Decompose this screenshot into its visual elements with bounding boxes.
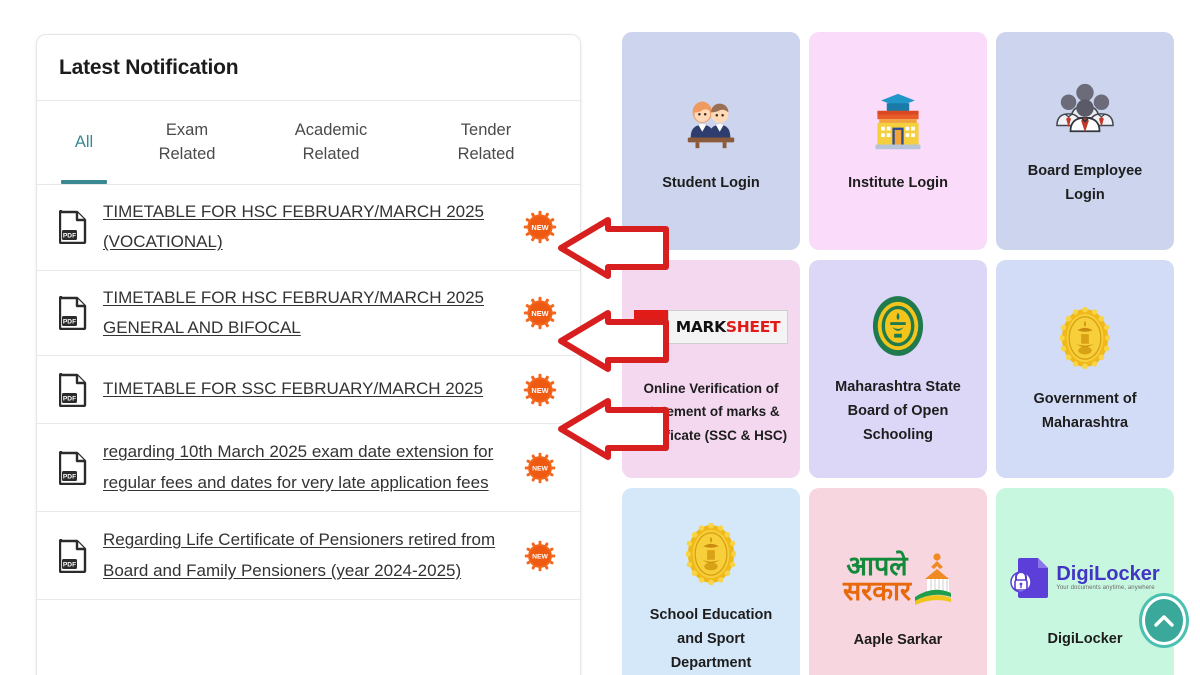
school-building-icon <box>868 86 928 158</box>
notification-link[interactable]: regarding 10th March 2025 exam date exte… <box>93 437 518 498</box>
marksheet-word-dark: MARK <box>675 317 726 336</box>
page-title: Latest Notification <box>59 55 239 79</box>
svg-text:PDF: PDF <box>63 233 76 240</box>
card-label: Government of Maharashtra <box>1033 391 1137 431</box>
marksheet-devanagari: ए <box>633 309 668 344</box>
card-label: Maharashtra State Board of Open Schoolin… <box>835 379 961 443</box>
scroll-to-top-button[interactable] <box>1139 593 1189 648</box>
tab-all-line1: All <box>74 132 94 151</box>
list-item[interactable]: PDF TIMETABLE FOR HSC FEBRUARY/MARCH 202… <box>37 185 580 271</box>
aaple-sarkar-logo-icon: आपले सरकार <box>843 541 953 615</box>
list-item[interactable]: PDF TIMETABLE FOR HSC FEBRUARY/MARCH 202… <box>37 271 580 356</box>
list-item[interactable]: PDF regarding 10th March 2025 exam date … <box>37 424 580 512</box>
notification-tabs: All Exam Related Academic Related Tender… <box>37 101 580 185</box>
tab-all[interactable]: All <box>45 101 123 184</box>
notification-link-text: Regarding Life Certificate of Pensioners… <box>103 530 496 580</box>
new-badge-text: NEW <box>532 465 548 472</box>
notification-link-text: regarding 10th March 2025 exam date exte… <box>103 442 494 492</box>
svg-text:PDF: PDF <box>63 318 76 325</box>
chevron-up-icon <box>1145 599 1183 642</box>
new-badge-text: NEW <box>531 223 548 232</box>
employees-group-icon <box>1054 74 1116 146</box>
card-school-education-sport-department[interactable]: School Education and Sport Department <box>622 488 800 675</box>
marksheet-word-red: SHEET <box>725 317 781 336</box>
pdf-icon: PDF <box>53 295 93 330</box>
tab-exam-related-line2: Related <box>158 144 216 163</box>
notification-list: PDF TIMETABLE FOR HSC FEBRUARY/MARCH 202… <box>37 185 580 600</box>
latest-notification-panel: Latest Notification All Exam Related Aca… <box>36 34 581 675</box>
digilocker-name: DigiLocker <box>1056 563 1160 586</box>
card-msbos[interactable]: Maharashtra State Board of Open Schoolin… <box>809 260 987 478</box>
card-institute-login[interactable]: Institute Login <box>809 32 987 250</box>
card-label: DigiLocker <box>1047 631 1123 648</box>
tab-tender-related[interactable]: Tender Related <box>411 101 561 184</box>
tab-academic-related[interactable]: Academic Related <box>251 101 411 184</box>
tab-academic-related-line2: Related <box>302 144 360 163</box>
pdf-icon: PDF <box>53 372 93 407</box>
card-student-login[interactable]: Student Login <box>622 32 800 250</box>
marksheet-logo-icon: ए MARK SHEET <box>633 291 789 363</box>
quick-links-grid: Student Login Institute Login Board Empl… <box>622 32 1174 675</box>
svg-text:PDF: PDF <box>63 473 76 480</box>
notification-link[interactable]: TIMETABLE FOR HSC FEBRUARY/MARCH 2025 (V… <box>93 197 518 258</box>
new-badge: NEW <box>518 295 562 331</box>
page-root: Latest Notification All Exam Related Aca… <box>0 0 1200 675</box>
pdf-icon: PDF <box>53 538 93 573</box>
card-label: Student Login <box>662 175 760 192</box>
new-badge: NEW <box>518 539 562 573</box>
new-badge: NEW <box>518 451 562 485</box>
card-label: Aaple Sarkar <box>853 632 943 649</box>
svg-text:PDF: PDF <box>63 561 76 568</box>
pdf-icon: PDF <box>53 210 93 245</box>
notification-link-text: TIMETABLE FOR HSC FEBRUARY/MARCH 2025 GE… <box>103 287 485 337</box>
msbos-emblem-icon <box>871 290 925 362</box>
students-icon <box>680 86 742 158</box>
new-badge-text: NEW <box>531 385 548 394</box>
digilocker-logo-icon: DigiLocker Your documents anytime, anywh… <box>1010 542 1160 614</box>
card-label: Board Employee Login <box>1027 163 1143 203</box>
notification-link[interactable]: Regarding Life Certificate of Pensioners… <box>93 525 518 586</box>
new-badge-text: NEW <box>532 553 548 560</box>
new-badge-text: NEW <box>531 309 548 318</box>
card-label: Institute Login <box>848 175 948 192</box>
maharashtra-emblem-icon <box>1060 302 1110 374</box>
panel-header: Latest Notification <box>37 35 580 101</box>
notification-link[interactable]: TIMETABLE FOR HSC FEBRUARY/MARCH 2025 GE… <box>93 283 518 344</box>
tab-exam-related[interactable]: Exam Related <box>123 101 251 184</box>
new-badge: NEW <box>518 209 562 245</box>
notification-link-text: TIMETABLE FOR HSC FEBRUARY/MARCH 2025 (V… <box>103 202 485 252</box>
notification-link[interactable]: TIMETABLE FOR SSC FEBRUARY/MARCH 2025 <box>93 374 518 404</box>
aaple-sarkar-line2: सरकार <box>842 576 912 608</box>
pdf-icon: PDF <box>53 450 93 485</box>
card-aaple-sarkar[interactable]: आपले सरकार Aaple Sarkar <box>809 488 987 675</box>
maharashtra-emblem-icon <box>686 518 736 590</box>
notification-link-text: TIMETABLE FOR SSC FEBRUARY/MARCH 2025 <box>103 379 484 399</box>
tab-tender-related-line1: Tender <box>460 120 512 139</box>
list-item[interactable]: PDF TIMETABLE FOR SSC FEBRUARY/MARCH 202… <box>37 356 580 424</box>
tab-exam-related-line1: Exam <box>165 120 209 139</box>
tab-tender-related-line2: Related <box>457 144 515 163</box>
card-board-employee-login[interactable]: Board Employee Login <box>996 32 1174 250</box>
card-label: School Education and Sport Department <box>649 607 773 671</box>
card-online-verification[interactable]: ए MARK SHEET Online Verification of state… <box>622 260 800 478</box>
tab-academic-related-line1: Academic <box>294 120 368 139</box>
card-label: Online Verification of statement of mark… <box>634 380 788 443</box>
digilocker-tagline: Your documents anytime, anywhere <box>1056 585 1155 592</box>
list-item[interactable]: PDF Regarding Life Certificate of Pensio… <box>37 512 580 600</box>
svg-text:PDF: PDF <box>63 395 76 402</box>
card-digilocker[interactable]: DigiLocker Your documents anytime, anywh… <box>996 488 1174 675</box>
new-badge: NEW <box>518 372 562 408</box>
card-government-of-maharashtra[interactable]: Government of Maharashtra <box>996 260 1174 478</box>
